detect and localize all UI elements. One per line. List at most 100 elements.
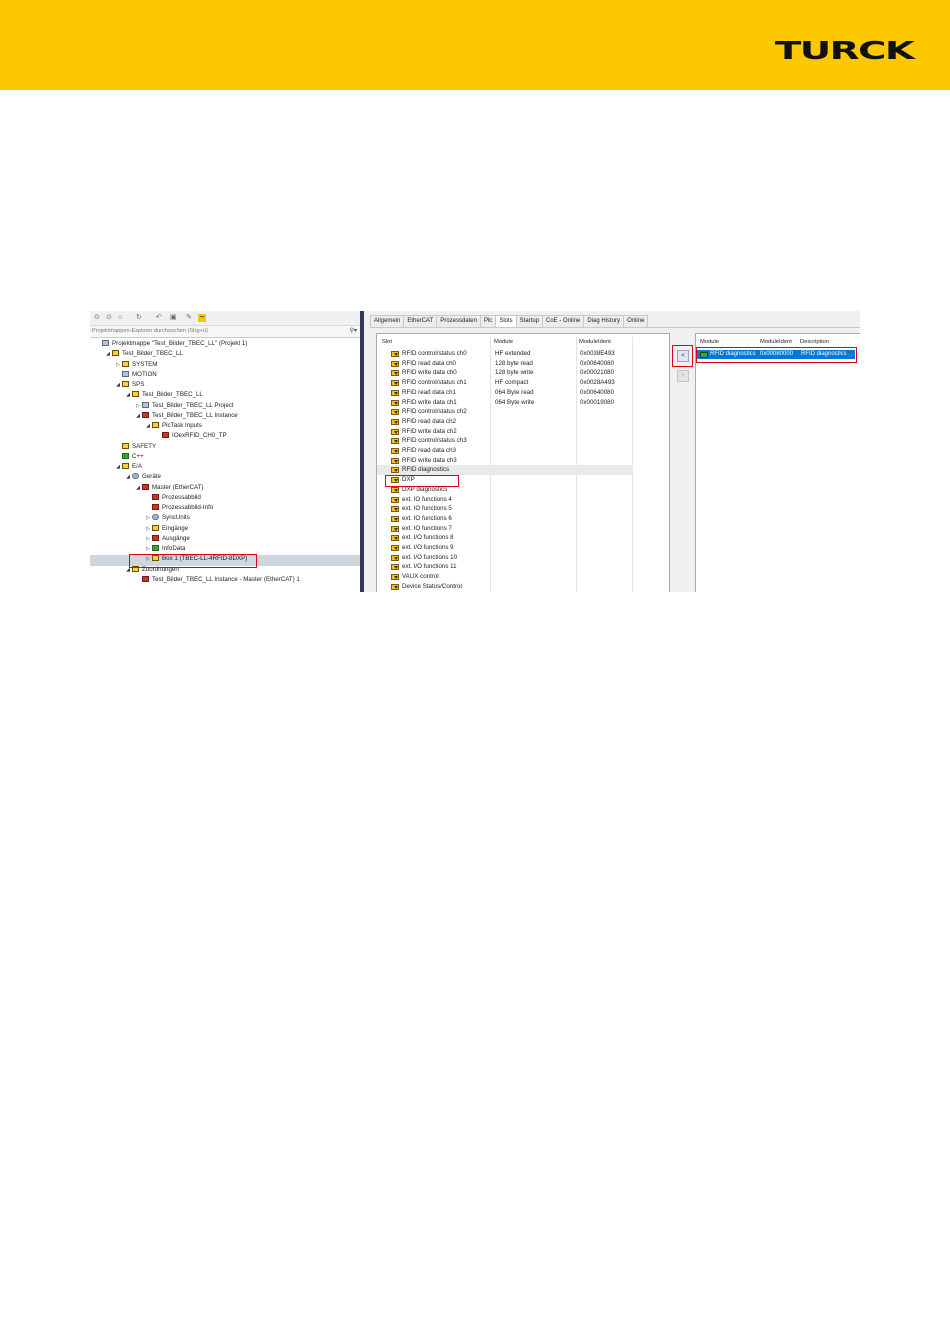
tree-item-label: Projektmappe "Test_Bilder_TBEC_LL" (Proj… xyxy=(112,340,248,347)
tree-item[interactable]: C++ xyxy=(114,452,144,462)
tab-prozessdaten[interactable]: Prozessdaten xyxy=(436,315,481,327)
slot-slot: ext. IO functions 4 xyxy=(402,495,452,503)
slot-row[interactable]: Device Status/Control xyxy=(377,582,633,592)
module-header[interactable]: Module xyxy=(700,339,719,345)
tree-item[interactable]: ▷ Ausgänge xyxy=(144,534,190,544)
expand-arrow-icon[interactable]: ◢ xyxy=(144,421,152,431)
sync-icon[interactable]: ↻ xyxy=(136,314,142,322)
moduleident-header[interactable]: ModuleIdent xyxy=(760,339,792,345)
undo-icon[interactable]: ↶ xyxy=(156,314,162,322)
tab-coe-online[interactable]: CoE - Online xyxy=(542,315,585,327)
pin-icon[interactable]: ━ xyxy=(198,314,207,322)
tree-node-icon xyxy=(152,493,159,500)
tree-item[interactable]: ◢ Test_Bilder_TBEC_LL xyxy=(104,349,183,359)
expand-arrow-icon[interactable]: ◢ xyxy=(124,390,132,400)
collapse-icon[interactable]: ▣ xyxy=(170,314,177,322)
tree-item[interactable]: ◢ Geräte xyxy=(124,472,161,482)
expand-arrow-icon[interactable]: ▷ xyxy=(144,544,152,554)
description-header[interactable]: Description xyxy=(800,339,829,345)
module-column-header[interactable]: Module xyxy=(494,339,513,345)
tree-item[interactable]: Projektmappe "Test_Bilder_TBEC_LL" (Proj… xyxy=(94,339,247,349)
tree-node-icon xyxy=(122,452,129,459)
home-icon[interactable]: ⌂ xyxy=(118,314,122,322)
slot-row[interactable]: ext. IO functions 4 xyxy=(377,495,633,505)
tab-online[interactable]: Online xyxy=(623,315,649,327)
tree-node-icon xyxy=(142,411,149,418)
expand-arrow-icon[interactable]: ◢ xyxy=(114,380,122,390)
tree-item[interactable]: SAFETY xyxy=(114,442,156,452)
expand-arrow-icon[interactable]: ▷ xyxy=(134,401,142,411)
tab-ethercat[interactable]: EtherCAT xyxy=(403,315,438,327)
tree-item[interactable]: IOexRFID_CH0_TP xyxy=(154,431,227,441)
tree-item-label: Prozessabbild xyxy=(162,493,201,501)
slot-row[interactable]: RFID write data ch3 xyxy=(377,456,633,466)
tree-item[interactable]: MOTION xyxy=(114,370,157,380)
slot-row[interactable]: ext. IO functions 5 xyxy=(377,504,633,514)
tree-node-icon xyxy=(142,575,149,582)
forward-icon[interactable]: ⊙ xyxy=(106,314,112,322)
expand-arrow-icon[interactable]: ▷ xyxy=(114,360,122,370)
tree-item[interactable]: ◢ E/A xyxy=(114,462,142,472)
slot-row[interactable]: RFID control/status ch1 HF compact 0x0028A… xyxy=(377,378,633,388)
search-input[interactable]: Projektmappen-Explorer durchsuchen (Strg… xyxy=(92,328,208,334)
tree-item[interactable]: Test_Bilder_TBEC_LL Instance - Master (E… xyxy=(134,575,300,585)
slot-row[interactable]: RFID write data ch0 128 byte write 0x00021… xyxy=(377,368,633,378)
slot-row[interactable]: RFID diagnostics xyxy=(377,465,633,476)
tree-item[interactable]: ▷ SyncUnits xyxy=(144,513,190,523)
slot-row[interactable]: VAUX control xyxy=(377,572,633,582)
slot-slot: RFID read data ch2 xyxy=(402,417,456,425)
slot-row[interactable]: ext. IO functions 7 xyxy=(377,524,633,534)
tab-diag-history[interactable]: Diag History xyxy=(583,315,625,327)
tab-startup[interactable]: Startup xyxy=(515,315,544,327)
tab-allgemein[interactable]: Allgemein xyxy=(370,315,405,327)
expand-arrow-icon[interactable]: ▷ xyxy=(144,534,152,544)
tree-item-label: Test_Bilder_TBEC_LL xyxy=(142,391,203,399)
tree-item[interactable]: ◢ Test_Bilder_TBEC_LL xyxy=(124,390,203,400)
slot-row[interactable]: RFID read data ch2 xyxy=(377,417,633,427)
slot-row[interactable]: RFID write data ch2 xyxy=(377,427,633,437)
slot-row[interactable]: RFID read data ch0 128 byte read 0x0064008… xyxy=(377,359,633,369)
tab-plc[interactable]: Plc xyxy=(479,315,497,327)
tree-item[interactable]: ▷ Test_Bilder_TBEC_LL Project xyxy=(134,401,234,411)
slot-row[interactable]: RFID read data ch3 xyxy=(377,446,633,456)
ident-column-header[interactable]: ModuleIdent xyxy=(579,339,611,345)
expand-arrow-icon[interactable]: ▷ xyxy=(144,524,152,534)
tree-node-icon xyxy=(122,442,129,449)
tree-item[interactable]: Prozessabbild xyxy=(144,493,201,503)
expand-arrow-icon[interactable]: ◢ xyxy=(124,472,132,482)
slot-row[interactable]: RFID control/status ch2 xyxy=(377,407,633,417)
slot-row[interactable]: ext. I/O functions 11 xyxy=(377,562,633,572)
tree-item[interactable]: ▷ SYSTEM xyxy=(114,360,157,370)
slot-row[interactable]: ext. I/O functions 9 xyxy=(377,543,633,553)
slot-icon xyxy=(391,409,399,416)
search-icon[interactable]: ⚲▾ xyxy=(350,327,357,334)
slot-ident: 0x00640080 xyxy=(580,359,615,367)
tree-item[interactable]: ▷ InfoData xyxy=(144,544,185,554)
expand-arrow-icon[interactable]: ▷ xyxy=(144,513,152,523)
slot-row[interactable]: ext. I/O functions 10 xyxy=(377,553,633,563)
expand-arrow-icon[interactable]: ◢ xyxy=(114,462,122,472)
explorer-search[interactable]: Projektmappen-Explorer durchsuchen (Strg… xyxy=(90,326,360,338)
tree-item[interactable]: ◢ Test_Bilder_TBEC_LL Instance xyxy=(134,411,238,421)
tree-item[interactable]: ▷ Eingänge xyxy=(144,524,188,534)
slot-row[interactable]: ext. I/O functions 8 xyxy=(377,533,633,543)
expand-arrow-icon[interactable]: ◢ xyxy=(104,349,112,359)
wrench-icon[interactable]: ✎ xyxy=(186,314,192,322)
tree-item[interactable]: ◢ SPS xyxy=(114,380,144,390)
slot-row[interactable]: RFID control/status ch0 HF extended 0x0038… xyxy=(377,349,633,359)
back-icon[interactable]: ⊙ xyxy=(94,314,100,322)
tree-item[interactable]: Prozessabbild-Info xyxy=(144,503,213,513)
slot-row[interactable]: RFID read data ch1 064 Byte read 0x0064008… xyxy=(377,388,633,398)
slot-slot: RFID write data ch2 xyxy=(402,427,457,435)
tree-item[interactable]: ◢ Master (EtherCAT) xyxy=(134,483,203,493)
remove-module-button[interactable]: > xyxy=(677,370,689,382)
slot-row[interactable]: ext. IO functions 6 xyxy=(377,514,633,524)
twincat-screenshot: ⊙ ⊙ ⌂ ↻ ↶ ▣ ✎ ━ Projektmappen-Explorer d… xyxy=(90,311,860,592)
slot-column-header[interactable]: Slot xyxy=(382,339,392,345)
tree-item-label: Test_Bilder_TBEC_LL Project xyxy=(152,401,234,409)
expand-arrow-icon[interactable]: ◢ xyxy=(134,411,142,421)
slot-row[interactable]: RFID write data ch1 064 Byte write 0x00019… xyxy=(377,398,633,408)
tree-item[interactable]: ◢ PlcTask Inputs xyxy=(144,421,202,431)
slot-row[interactable]: RFID control/status ch3 xyxy=(377,436,633,446)
expand-arrow-icon[interactable]: ◢ xyxy=(134,483,142,493)
